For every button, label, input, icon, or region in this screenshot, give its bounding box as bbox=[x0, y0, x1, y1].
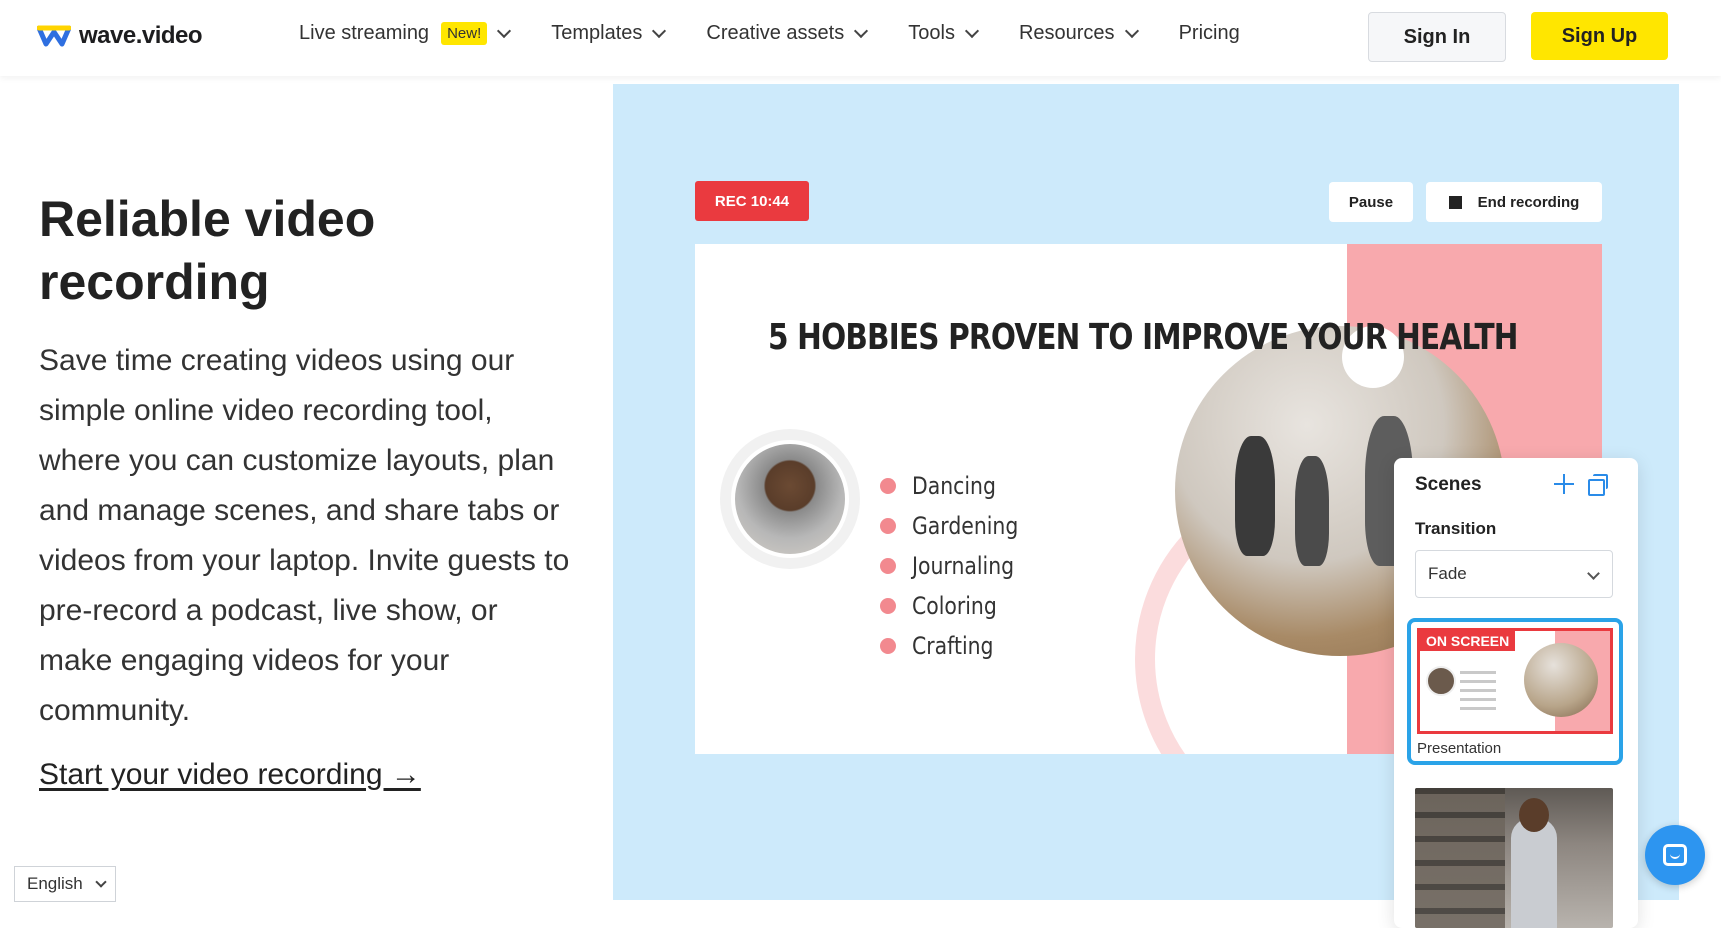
nav-templates[interactable]: Templates bbox=[551, 22, 667, 45]
thumb-avatar bbox=[1426, 666, 1456, 696]
host-avatar-frame bbox=[720, 429, 860, 569]
sign-up-button[interactable]: Sign Up bbox=[1531, 12, 1668, 60]
chat-widget-button[interactable] bbox=[1645, 825, 1705, 885]
duplicate-scene-icon[interactable] bbox=[1588, 474, 1608, 496]
main-nav: Live streaming New! Templates Creative a… bbox=[299, 22, 1282, 45]
on-screen-badge: ON SCREEN bbox=[1420, 631, 1516, 651]
language-select[interactable]: English bbox=[14, 866, 116, 902]
hero-title: Reliable video recording bbox=[39, 191, 376, 310]
dancer-figure bbox=[1235, 436, 1275, 556]
rec-timer-badge: REC 10:44 bbox=[695, 181, 809, 221]
logo[interactable]: wave.video bbox=[36, 22, 203, 50]
thumb-photo bbox=[1524, 643, 1598, 717]
list-item: Gardening bbox=[880, 506, 1037, 546]
end-recording-label: End recording bbox=[1477, 193, 1580, 211]
bullet-icon bbox=[880, 638, 896, 654]
transition-select[interactable]: Fade bbox=[1415, 550, 1613, 598]
scenes-title: Scenes bbox=[1415, 474, 1482, 495]
thumb-text-lines bbox=[1460, 671, 1515, 716]
hero-description: Save time creating videos using our simp… bbox=[39, 344, 570, 727]
list-item: Coloring bbox=[880, 586, 1037, 626]
add-scene-plus-icon[interactable] bbox=[1554, 474, 1574, 494]
hobby-list: Dancing Gardening Journaling Coloring Cr… bbox=[880, 466, 1037, 666]
page-scrollbar[interactable] bbox=[1701, 0, 1721, 900]
scenes-panel: Scenes Transition Fade ON SCREEN Present… bbox=[1394, 458, 1638, 928]
new-badge: New! bbox=[441, 22, 488, 45]
end-recording-button[interactable]: End recording bbox=[1426, 182, 1602, 222]
nav-creative-assets[interactable]: Creative assets bbox=[706, 22, 869, 45]
scene-name: Presentation bbox=[1417, 740, 1502, 757]
nav-pricing[interactable]: Pricing bbox=[1179, 22, 1240, 45]
chevron-down-icon bbox=[497, 23, 512, 39]
scene-card-camera[interactable] bbox=[1415, 788, 1613, 928]
nav-label: Pricing bbox=[1178, 22, 1240, 44]
bullet-icon bbox=[880, 598, 896, 614]
transition-value: Fade bbox=[1428, 564, 1467, 583]
nav-label: Templates bbox=[551, 22, 643, 44]
slide-title: 5 HOBBIES PROVEN TO IMPROVE YOUR HEALTH bbox=[768, 317, 1519, 358]
bullet-icon bbox=[880, 558, 896, 574]
nav-label: Resources bbox=[1018, 22, 1115, 44]
nav-label: Live streaming bbox=[299, 22, 430, 44]
nav-label: Creative assets bbox=[706, 22, 845, 44]
scene-thumbnail: ON SCREEN bbox=[1417, 628, 1613, 734]
chevron-down-icon bbox=[95, 875, 107, 888]
bookshelf-background bbox=[1415, 788, 1505, 928]
wave-logo-icon bbox=[36, 24, 72, 48]
sign-in-button[interactable]: Sign In bbox=[1368, 12, 1506, 62]
nav-resources[interactable]: Resources bbox=[1018, 22, 1139, 45]
chevron-down-icon bbox=[964, 23, 980, 39]
nav-live-streaming[interactable]: Live streaming New! bbox=[299, 22, 512, 45]
chevron-down-icon bbox=[854, 23, 869, 39]
host-avatar bbox=[731, 440, 849, 558]
nav-tools[interactable]: Tools bbox=[908, 22, 980, 45]
chevron-down-icon bbox=[1587, 567, 1600, 580]
start-recording-link[interactable]: Start your video recording → bbox=[39, 758, 421, 792]
person-head bbox=[1519, 798, 1549, 832]
language-value: English bbox=[27, 874, 83, 893]
chevron-down-icon bbox=[1124, 23, 1139, 39]
person-figure bbox=[1511, 818, 1557, 928]
list-item: Dancing bbox=[880, 466, 1037, 506]
chevron-down-icon bbox=[652, 23, 667, 39]
list-item: Crafting bbox=[880, 626, 1037, 666]
list-item: Journaling bbox=[880, 546, 1037, 586]
pause-button[interactable]: Pause bbox=[1329, 182, 1413, 222]
scene-card-presentation[interactable]: ON SCREEN Presentation bbox=[1407, 618, 1623, 765]
transition-label: Transition bbox=[1415, 519, 1497, 538]
bullet-icon bbox=[880, 478, 896, 494]
site-header: wave.video Live streaming New! Templates… bbox=[0, 0, 1721, 76]
nav-label: Tools bbox=[908, 22, 955, 44]
stop-icon bbox=[1448, 195, 1462, 209]
chat-icon bbox=[1663, 844, 1687, 866]
bullet-icon bbox=[880, 518, 896, 534]
dancer-figure bbox=[1295, 456, 1329, 566]
logo-text: wave.video bbox=[79, 22, 203, 49]
